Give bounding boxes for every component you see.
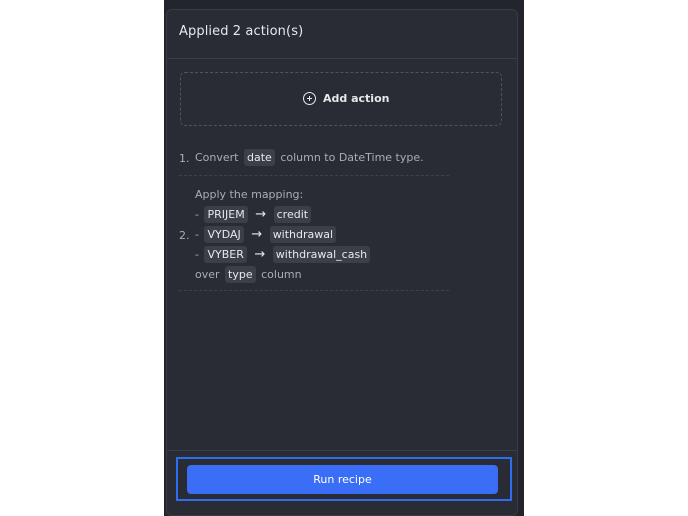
action-number: 2. — [179, 229, 190, 242]
mapping-dash: - — [195, 248, 199, 261]
action-text: column — [261, 268, 302, 281]
run-recipe-button[interactable]: Run recipe — [187, 465, 498, 494]
plus-circle-icon — [303, 92, 316, 105]
mapping-from-chip: PRIJEM — [204, 206, 248, 223]
mapping-row: - PRIJEM → credit — [195, 205, 372, 225]
arrow-right-icon: → — [254, 247, 266, 262]
panel-header: Applied 2 action(s) — [167, 10, 517, 59]
footer-divider — [167, 450, 517, 451]
mapping-to-chip: credit — [273, 206, 312, 223]
action-item-2[interactable]: 2. Apply the mapping: - PRIJEM → credit … — [179, 176, 449, 291]
mapping-outro: over type column — [195, 265, 372, 285]
mapping-to-chip: withdrawal_cash — [272, 246, 371, 263]
screen: Applied 2 action(s) Add action 1. Conver… — [0, 0, 688, 516]
action-body: Convert date column to DateTime type. — [195, 148, 424, 168]
recipe-panel: Applied 2 action(s) Add action 1. Conver… — [166, 9, 518, 516]
arrow-right-icon: → — [251, 227, 263, 242]
arrow-right-icon: → — [255, 207, 267, 222]
action-item-1[interactable]: 1. Convert date column to DateTime type. — [179, 148, 449, 176]
add-action-label: Add action — [323, 92, 390, 105]
action-number: 1. — [179, 152, 190, 165]
action-list: 1. Convert date column to DateTime type.… — [179, 148, 449, 291]
add-action-content: Add action — [303, 92, 389, 105]
mapping-dash: - — [195, 208, 199, 221]
action-line: Convert date column to DateTime type. — [195, 148, 424, 168]
mapping-row: - VYDAJ → withdrawal — [195, 225, 372, 245]
mapping-to-chip: withdrawal — [269, 226, 337, 243]
mapping-dash: - — [195, 228, 199, 241]
mapping-row: - VYBER → withdrawal_cash — [195, 245, 372, 265]
mapping-intro: Apply the mapping: — [195, 188, 304, 201]
action-text: over — [195, 268, 220, 281]
action-text: column to DateTime type. — [280, 151, 424, 164]
mapping-from-chip: VYDAJ — [204, 226, 244, 243]
column-chip: type — [225, 266, 256, 283]
column-chip: date — [244, 149, 275, 166]
panel-title: Applied 2 action(s) — [179, 24, 304, 39]
action-body: Apply the mapping: - PRIJEM → credit - V… — [195, 185, 372, 285]
action-text: Convert — [195, 151, 239, 164]
mapping-from-chip: VYBER — [204, 246, 247, 263]
add-action-button[interactable]: Add action — [180, 72, 502, 126]
